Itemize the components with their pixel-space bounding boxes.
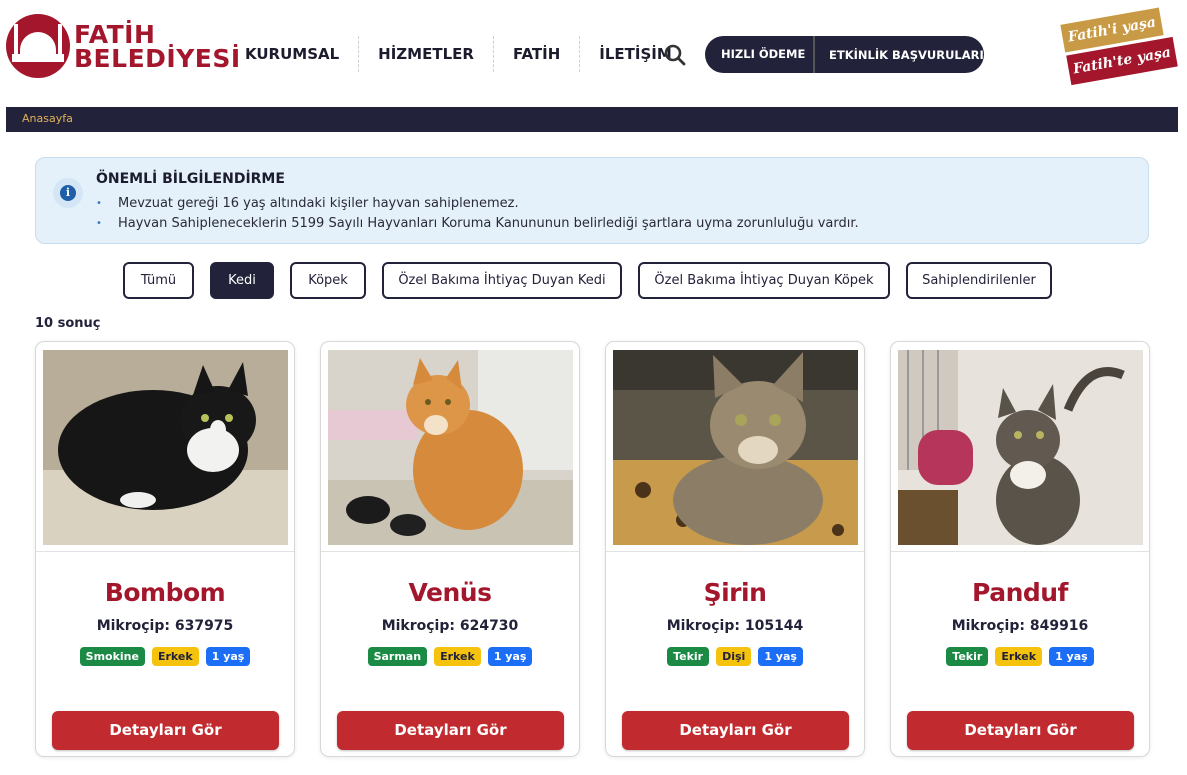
logo-text-line2: BELEDİYESİ bbox=[74, 44, 241, 73]
slogan-badge: Fatih'i yaşa Fatih'te yaşa bbox=[1058, 7, 1178, 86]
site-header: FATİH BELEDİYESİ KURUMSAL HİZMETLER FATİ… bbox=[0, 0, 1187, 100]
pet-card: Panduf Mikroçip: 849916 Tekir Erkek 1 ya… bbox=[890, 341, 1150, 757]
pet-tags: Tekir Dişi 1 yaş bbox=[606, 647, 864, 666]
pet-tags: Sarman Erkek 1 yaş bbox=[321, 647, 579, 666]
tag-gender: Erkek bbox=[995, 647, 1043, 666]
pet-photo[interactable] bbox=[613, 350, 858, 545]
filter-cat[interactable]: Kedi bbox=[210, 262, 274, 299]
pet-microchip: Mikroçip: 105144 bbox=[666, 618, 804, 634]
nav-item-fatih[interactable]: FATİH bbox=[494, 36, 581, 72]
pet-tags: Tekir Erkek 1 yaş bbox=[891, 647, 1149, 666]
tag-breed: Smokine bbox=[79, 647, 145, 666]
info-item: Mevzuat gereği 16 yaş altındaki kişiler … bbox=[96, 194, 859, 214]
pet-card: Şirin Mikroçip: 105144 Tekir Dişi 1 yaş … bbox=[605, 341, 865, 757]
nav-item-hizmetler[interactable]: HİZMETLER bbox=[359, 36, 494, 72]
pet-photo-frame bbox=[321, 342, 579, 552]
breadcrumb-home-link[interactable]: Anasayfa bbox=[22, 112, 73, 125]
tag-gender: Erkek bbox=[151, 647, 199, 666]
info-item: Hayvan Sahipleneceklerin 5199 Sayılı Hay… bbox=[96, 214, 859, 234]
tag-age: 1 yaş bbox=[487, 647, 533, 666]
pet-microchip: Mikroçip: 637975 bbox=[96, 618, 234, 634]
pet-photo-frame bbox=[606, 342, 864, 552]
pet-name: Bombom bbox=[104, 578, 226, 607]
mosque-emblem-icon bbox=[6, 14, 70, 78]
pet-name: Venüs bbox=[408, 578, 492, 607]
search-icon[interactable] bbox=[664, 44, 686, 66]
pet-name: Panduf bbox=[972, 578, 1068, 607]
pet-photo[interactable] bbox=[898, 350, 1143, 545]
pet-card: Venüs Mikroçip: 624730 Sarman Erkek 1 ya… bbox=[320, 341, 580, 757]
info-title: ÖNEMLİ BİLGİLENDİRME bbox=[96, 171, 285, 187]
view-details-button[interactable]: Detayları Gör bbox=[52, 711, 279, 750]
pet-microchip: Mikroçip: 849916 bbox=[951, 618, 1089, 634]
result-count: 10 sonuç bbox=[35, 316, 101, 331]
tag-gender: Erkek bbox=[434, 647, 481, 666]
filter-dog[interactable]: Köpek bbox=[290, 262, 366, 299]
tag-breed: Tekir bbox=[667, 647, 710, 666]
fatih-belediyesi-logo[interactable]: FATİH BELEDİYESİ bbox=[6, 14, 240, 78]
pet-photo[interactable] bbox=[43, 350, 288, 545]
filter-special-care-cat[interactable]: Özel Bakıma İhtiyaç Duyan Kedi bbox=[382, 262, 622, 299]
tag-breed: Sarman bbox=[367, 647, 428, 666]
quick-links-pill: HIZLI ÖDEME ETKİNLİK BAŞVURULARI bbox=[705, 36, 984, 73]
info-icon: i bbox=[53, 178, 83, 208]
view-details-button[interactable]: Detayları Gör bbox=[622, 711, 849, 750]
filter-adopted[interactable]: Sahiplendirilenler bbox=[906, 262, 1052, 299]
pet-photo-frame bbox=[891, 342, 1149, 552]
info-notice: i ÖNEMLİ BİLGİLENDİRME Mevzuat gereği 16… bbox=[35, 157, 1149, 244]
tag-age: 1 yaş bbox=[758, 647, 803, 666]
filter-special-care-dog[interactable]: Özel Bakıma İhtiyaç Duyan Köpek bbox=[638, 262, 890, 299]
pet-tags: Smokine Erkek 1 yaş bbox=[36, 647, 294, 666]
pet-photo-frame bbox=[36, 342, 294, 552]
tag-gender: Dişi bbox=[716, 647, 752, 666]
breadcrumb: Anasayfa bbox=[6, 107, 1178, 132]
quick-pay-button[interactable]: HIZLI ÖDEME bbox=[705, 36, 815, 73]
event-applications-button[interactable]: ETKİNLİK BAŞVURULARI bbox=[815, 48, 984, 62]
main-nav: KURUMSAL HİZMETLER FATİH İLETİŞİM bbox=[226, 36, 691, 72]
view-details-button[interactable]: Detayları Gör bbox=[907, 711, 1134, 750]
tag-breed: Tekir bbox=[946, 647, 989, 666]
tag-age: 1 yaş bbox=[205, 647, 251, 666]
tag-age: 1 yaş bbox=[1049, 647, 1094, 666]
pet-name: Şirin bbox=[703, 578, 767, 607]
view-details-button[interactable]: Detayları Gör bbox=[337, 711, 564, 750]
info-list: Mevzuat gereği 16 yaş altındaki kişiler … bbox=[96, 194, 859, 234]
pet-card: Bombom Mikroçip: 637975 Smokine Erkek 1 … bbox=[35, 341, 295, 757]
filter-all[interactable]: Tümü bbox=[123, 262, 194, 299]
nav-item-kurumsal[interactable]: KURUMSAL bbox=[226, 36, 360, 72]
pet-photo[interactable] bbox=[328, 350, 573, 545]
pet-microchip: Mikroçip: 624730 bbox=[381, 618, 519, 634]
